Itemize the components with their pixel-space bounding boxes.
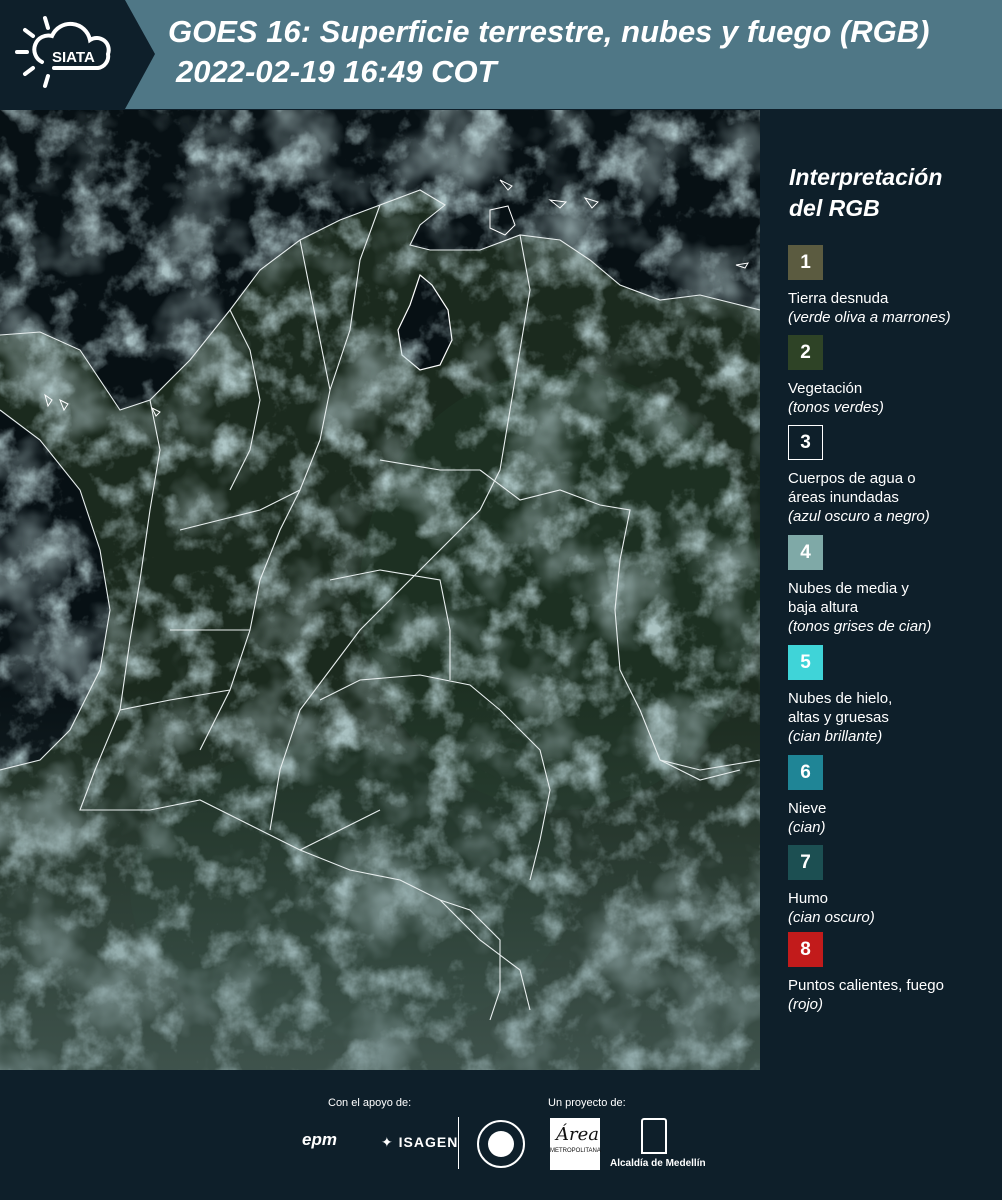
legend-swatch-8: 8 (788, 932, 823, 967)
legend-title-line1: Interpretación (789, 164, 943, 190)
siata-logo-text: SIATA (52, 49, 95, 66)
rgb-legend-panel: Interpretación del RGB 1 Tierra desnuda (v… (761, 110, 1002, 1070)
southern-cloud-haze (0, 110, 760, 1070)
legend-title-line2: del RGB (789, 195, 880, 221)
legend-label-text-2: altas y gruesas (788, 709, 889, 726)
legend-item-7: 7 Humo (cian oscuro) (788, 845, 875, 927)
legend-item-3: 3 Cuerpos de agua o áreas inundadas (azul o… (788, 425, 930, 526)
legend-label-text: Tierra desnuda (788, 290, 889, 307)
legend-label-description: (cian) (788, 819, 826, 836)
legend-label-1: Tierra desnuda (verde oliva a marrones) (788, 289, 951, 327)
legend-label-8: Puntos calientes, fuego (rojo) (788, 976, 944, 1014)
legend-label-description: (rojo) (788, 996, 824, 1013)
legend-label-text: Puntos calientes, fuego (788, 977, 944, 994)
page-title: GOES 16: Superficie terrestre, nubes y f… (168, 14, 930, 49)
alcaldia-medellin-logo: Alcaldía de Medellín (610, 1158, 706, 1169)
legend-swatch-6: 6 (788, 755, 823, 790)
isagen-star-icon: ✦ (381, 1134, 394, 1150)
area-metropolitana-logo: Área METROPOLITANA (550, 1118, 601, 1170)
legend-label-description: (tonos grises de cian) (788, 618, 932, 635)
legend-label-text-2: baja altura (788, 599, 859, 616)
legend-label-description: (tonos verdes) (788, 399, 884, 416)
legend-swatch-4: 4 (788, 535, 823, 570)
university-seal-icon (477, 1120, 525, 1168)
legend-label-2: Vegetación (tonos verdes) (788, 379, 884, 417)
area-logo-sub: METROPOLITANA (550, 1148, 601, 1154)
legend-label-description: (cian oscuro) (788, 909, 875, 926)
isagen-logo: ✦ ISAGEN (381, 1134, 458, 1151)
alcaldia-shield-icon (641, 1118, 667, 1154)
legend-label-description: (verde oliva a marrones) (788, 309, 951, 326)
legend-label-text-2: áreas inundadas (788, 489, 899, 506)
project-label: Un proyecto de: (548, 1097, 626, 1109)
legend-title: Interpretación del RGB (789, 162, 942, 224)
rgb-satellite-image (0, 110, 760, 1070)
footer-divider (458, 1117, 459, 1169)
footer-sponsors: Con el apoyo de: Un proyecto de: epm ✦ I… (0, 1070, 1002, 1200)
epm-logo: epm (302, 1130, 337, 1149)
legend-label-4: Nubes de media y baja altura (tonos grises… (788, 579, 931, 636)
area-logo-word: Área (556, 1124, 599, 1145)
legend-item-1: 1 Tierra desnuda (verde oliva a marrones) (788, 245, 951, 327)
legend-swatch-5: 5 (788, 645, 823, 680)
legend-item-6: 6 Nieve (cian) (788, 755, 826, 837)
siata-logo-panel: SIATA (0, 0, 155, 109)
legend-swatch-3: 3 (788, 425, 823, 460)
legend-swatch-1: 1 (788, 245, 823, 280)
legend-label-text: Cuerpos de agua o (788, 470, 916, 487)
legend-label-description: (cian brillante) (788, 728, 883, 745)
legend-item-8: 8 Puntos calientes, fuego (rojo) (788, 932, 944, 1014)
legend-item-5: 5 Nubes de hielo, altas y gruesas (cian bri… (788, 645, 892, 746)
legend-swatch-7: 7 (788, 845, 823, 880)
legend-label-text: Nubes de media y (788, 580, 909, 597)
legend-label-5: Nubes de hielo, altas y gruesas (cian bril… (788, 689, 892, 746)
legend-label-text: Vegetación (788, 380, 863, 397)
legend-label-text: Nubes de hielo, (788, 690, 893, 707)
legend-item-2: 2 Vegetación (tonos verdes) (788, 335, 884, 417)
legend-item-4: 4 Nubes de media y baja altura (tonos grise… (788, 535, 931, 636)
legend-label-text: Nieve (788, 800, 827, 817)
legend-label-7: Humo (cian oscuro) (788, 889, 875, 927)
legend-label-text: Humo (788, 890, 829, 907)
page-timestamp: 2022-02-19 16:49 COT (176, 54, 497, 89)
legend-label-3: Cuerpos de agua o áreas inundadas (azul os… (788, 469, 930, 526)
legend-swatch-2: 2 (788, 335, 823, 370)
support-label: Con el apoyo de: (328, 1097, 412, 1109)
isagen-logo-text: ISAGEN (398, 1134, 459, 1150)
legend-label-description: (azul oscuro a negro) (788, 508, 930, 525)
header-bar: SIATA GOES 16: Superficie terrestre, nub… (0, 0, 1002, 109)
satellite-map[interactable] (0, 110, 760, 1070)
siata-sun-cloud-icon: SIATA (15, 16, 111, 88)
legend-label-6: Nieve (cian) (788, 799, 826, 837)
